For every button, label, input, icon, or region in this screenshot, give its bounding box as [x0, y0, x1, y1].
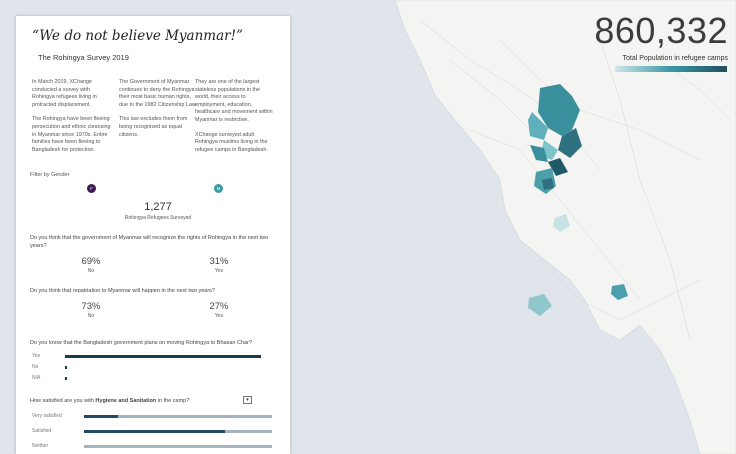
- bar-mark[interactable]: [65, 355, 261, 358]
- bar-fill[interactable]: [84, 415, 118, 418]
- bar-label: Neither: [32, 443, 49, 449]
- intro-column-1: In March 2019, XChange conducted a surve…: [32, 79, 112, 161]
- question-repatriation: Do you think that repatriation to Myanma…: [30, 288, 215, 294]
- q1-no-percent: 69%: [81, 256, 101, 267]
- filter-male-button[interactable]: M: [214, 184, 223, 193]
- intro-text: This law excludes them from being recogn…: [119, 116, 188, 138]
- intro-column-2: The Government of Myanmar continues to d…: [119, 79, 199, 146]
- q2-no-percent: 73%: [81, 301, 101, 312]
- topic-dropdown-icon[interactable]: ▾: [243, 396, 252, 404]
- intro-column-3: They are one of the largest stateless po…: [195, 79, 275, 161]
- surveyed-label: Rohingya Refugees Surveyed: [124, 215, 192, 221]
- question-recognition: Do you think that the government of Myan…: [30, 235, 269, 249]
- bar-fill[interactable]: [84, 430, 225, 433]
- q1-yes-label: Yes: [214, 268, 224, 274]
- filter-label: Filter by Gender: [30, 172, 70, 178]
- intro-text: They are one of the largest stateless po…: [195, 79, 273, 123]
- total-population-value: 860,332: [594, 10, 728, 51]
- bar-label: N/A: [32, 375, 41, 381]
- bar-label: Satisfied: [32, 428, 52, 434]
- q2-yes-percent: 27%: [209, 301, 229, 312]
- intro-text: The Government of Myanmar continues to d…: [119, 79, 197, 108]
- panel-title: “We do not believe Myanmar!”: [32, 28, 243, 44]
- q1-no-label: No: [87, 268, 95, 274]
- bar-mark[interactable]: [65, 377, 67, 380]
- bar-label: Yes: [32, 353, 41, 359]
- question-text: in the camp?: [156, 398, 190, 404]
- intro-text: In March 2019, XChange conducted a surve…: [32, 79, 97, 108]
- question-bhasan-char: Do you know that the Bangladesh governme…: [30, 340, 252, 346]
- survey-panel: “We do not believe Myanmar!” The Rohingy…: [16, 16, 290, 454]
- bar-label: No: [32, 364, 39, 370]
- intro-text: The Rohingya have been fleeing persecuti…: [32, 116, 111, 153]
- color-legend: [615, 66, 727, 72]
- q2-no-label: No: [87, 313, 95, 319]
- filter-female-button[interactable]: F: [87, 184, 96, 193]
- q1-yes-percent: 31%: [209, 256, 229, 267]
- question-text: How satisfied are you with: [30, 398, 96, 404]
- bar-track: [84, 445, 272, 448]
- intro-text: XChange surveyed adult Rohingya muslims …: [195, 131, 268, 153]
- q2-yes-label: Yes: [214, 313, 224, 319]
- question-topic: Hygiene and Sanitation: [95, 398, 157, 404]
- total-population-label: Total Population in refugee camps: [622, 55, 728, 62]
- surveyed-count: 1,277: [144, 201, 172, 213]
- bar-label: Very satisfied: [32, 413, 62, 419]
- bar-mark[interactable]: [65, 366, 68, 369]
- panel-subtitle: The Rohingya Survey 2019: [38, 53, 129, 62]
